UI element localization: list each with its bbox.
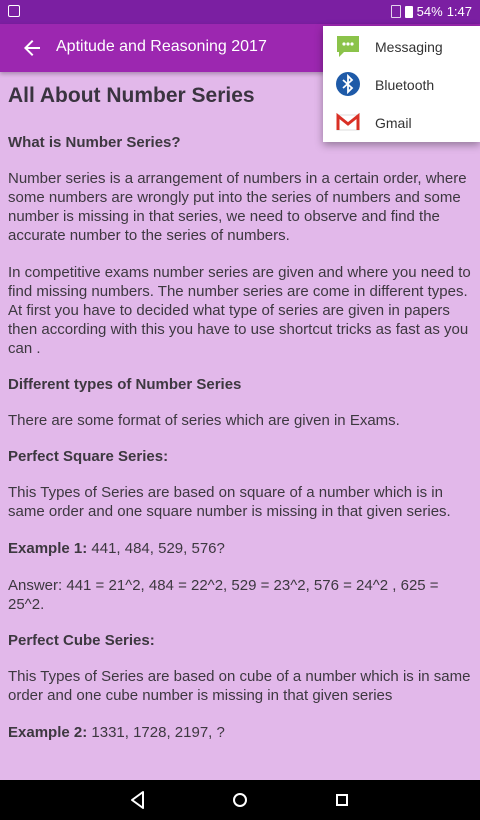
menu-item-messaging[interactable]: Messaging [323,27,480,65]
example: Example 1: 441, 484, 529, 576? [8,539,472,558]
example-text: 441, 484, 529, 576? [87,540,225,557]
section-heading: Perfect Square Series: [8,448,169,465]
menu-item-bluetooth[interactable]: Bluetooth [323,65,480,103]
back-arrow-icon[interactable] [20,36,44,60]
notification-icon [8,5,20,17]
menu-item-gmail[interactable]: Gmail [323,103,480,141]
sim-icon [390,5,401,18]
bluetooth-icon [336,72,360,96]
example-label: Example 1: [8,540,88,557]
back-nav-icon[interactable] [126,788,150,812]
paragraph: Number series is a arrangement of number… [8,170,467,244]
menu-item-label: Gmail [375,115,412,131]
example: Example 2: 1331, 1728, 2197, ? [8,723,472,742]
messaging-icon [337,36,359,57]
section-heading: Perfect Cube Series: [8,632,155,649]
section-heading: Different types of Number Series [8,376,242,393]
battery-icon [404,5,413,18]
navigation-bar [0,780,480,820]
share-menu: Messaging Bluetooth Gmail [323,26,480,142]
status-bar: 54% 1:47 [0,0,480,24]
example-text: 1331, 1728, 2197, ? [87,724,225,741]
paragraph: There are some format of series which ar… [8,412,400,429]
home-nav-icon[interactable] [228,788,252,812]
article-content[interactable]: All About Number Series What is Number S… [0,72,480,780]
menu-item-label: Bluetooth [375,77,435,93]
recents-nav-icon[interactable] [330,788,354,812]
battery-level: 54% [416,4,443,19]
paragraph: This Types of Series are based on cube o… [8,668,471,704]
paragraph: This Types of Series are based on square… [8,484,451,520]
menu-item-label: Messaging [375,39,443,55]
gmail-icon [336,112,360,131]
clock: 1:47 [446,4,472,19]
answer: Answer: 441 = 21^2, 484 = 22^2, 529 = 23… [8,577,439,613]
status-right: 54% 1:47 [390,4,472,19]
app-title: Aptitude and Reasoning 2017 [56,38,267,55]
example-label: Example 2: [8,724,88,741]
paragraph: In competitive exams number series are g… [8,264,471,357]
